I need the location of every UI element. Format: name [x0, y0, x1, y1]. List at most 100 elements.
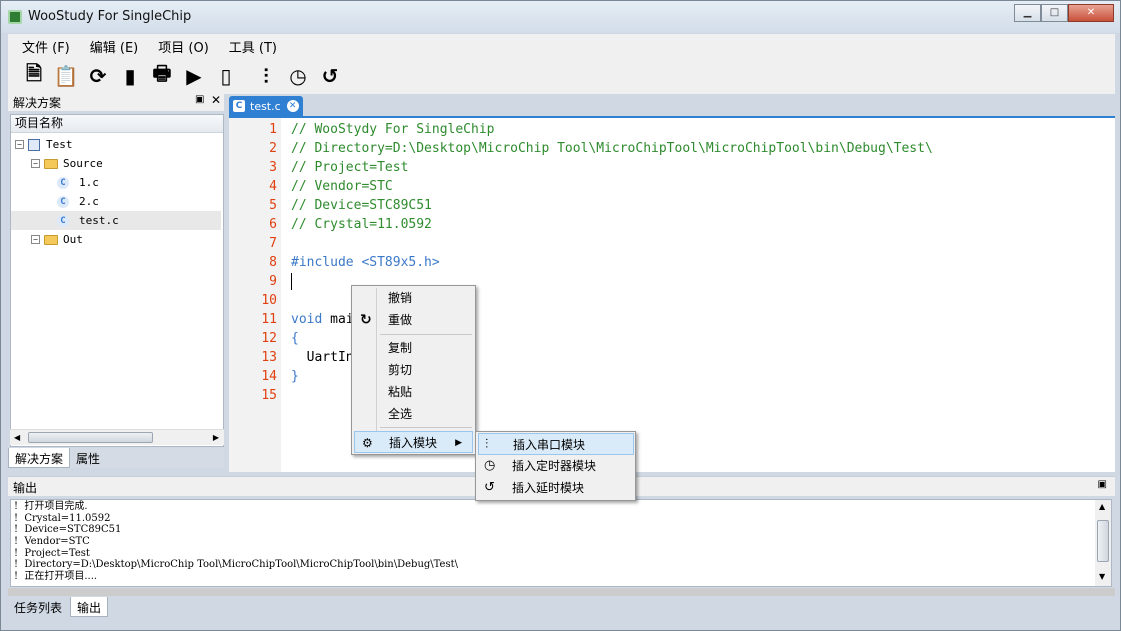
log-line: ! Project=Test: [14, 548, 90, 559]
play-icon[interactable]: ▶: [178, 62, 210, 90]
tree-node-testc[interactable]: C test.c: [11, 211, 221, 230]
tab-close-icon[interactable]: ✕: [286, 100, 299, 112]
menu-label: 重做: [388, 313, 413, 327]
panel-close-icon[interactable]: ✕: [211, 93, 221, 107]
project-icon: [28, 138, 40, 151]
collapse-icon[interactable]: −: [31, 235, 40, 244]
output-tabs: 任务列表 输出: [8, 597, 308, 619]
folder-icon: [44, 158, 58, 169]
refresh-icon[interactable]: ⟳: [82, 62, 114, 90]
scroll-down-icon[interactable]: ▼: [1099, 572, 1105, 581]
collapse-icon[interactable]: −: [15, 140, 24, 149]
menu-label: 插入延时模块: [512, 481, 585, 495]
tab-properties[interactable]: 属性: [70, 448, 106, 468]
keyword: void: [291, 312, 323, 327]
folder-icon: [44, 234, 58, 245]
log-line: ! 打开项目完成.: [14, 501, 88, 512]
menu-select-all[interactable]: 全选: [354, 403, 473, 425]
menu-cut[interactable]: 剪切: [354, 359, 473, 381]
maximize-button[interactable]: □: [1041, 4, 1068, 22]
scroll-left-icon[interactable]: ◀: [14, 433, 20, 442]
close-button[interactable]: ✕: [1068, 4, 1114, 22]
project-tree: 项目名称 − Test − Source C 1.c C 2.c C test.…: [10, 114, 224, 447]
line-number-gutter: 1 2 3 4 5 6 7 8 9 10 11 12 13 14 15: [229, 118, 281, 472]
log-line: ! Crystal=11.0592: [14, 513, 111, 524]
code-line: // Project=Test: [291, 160, 409, 175]
line-number: 4: [269, 179, 277, 194]
log-line: ! 正在打开项目....: [14, 571, 98, 582]
line-number: 5: [269, 198, 277, 213]
menu-insert-timer[interactable]: ◷ 插入定时器模块: [478, 455, 634, 477]
window-controls: ▁ □ ✕: [1014, 4, 1114, 22]
toolbar: 🗎 📋 ⟳ ▮ 🖶 ▶ ▯ ⫶ ◷ ↺: [8, 58, 1115, 94]
tree-node-source[interactable]: − Source: [31, 154, 103, 173]
code-line: {: [291, 331, 299, 346]
menu-edit[interactable]: 编辑 (E): [80, 37, 149, 56]
output-hscroll-strip: [8, 588, 1115, 596]
tab-task-list[interactable]: 任务列表: [8, 597, 68, 617]
menu-insert-delay[interactable]: ↺ 插入延时模块: [478, 477, 634, 499]
menu-insert-serial[interactable]: ⫶ 插入串口模块: [478, 433, 634, 455]
scroll-right-icon[interactable]: ▶: [213, 433, 219, 442]
line-number: 6: [269, 217, 277, 232]
tree-column-header: 项目名称: [11, 115, 223, 133]
code-line: // Vendor=STC: [291, 179, 393, 194]
clock-icon[interactable]: ◷: [282, 62, 314, 90]
code-line: UartIn: [291, 350, 354, 365]
c-file-icon: C: [233, 100, 245, 112]
sd-card-icon[interactable]: ▮: [114, 62, 146, 90]
tree-node-out[interactable]: − Out: [31, 230, 83, 249]
code-text: mai: [322, 312, 354, 327]
line-number: 14: [261, 369, 277, 384]
menu-insert-module[interactable]: ⚙ 插入模块 ▶: [354, 431, 473, 453]
serial-port-icon: ⫶: [485, 437, 489, 452]
code-line: #include <ST89x5.h>: [291, 255, 440, 270]
clock-icon: ◷: [484, 458, 496, 473]
menu-copy[interactable]: 复制: [354, 337, 473, 359]
tree-node-test[interactable]: − Test: [15, 135, 73, 154]
tree-node-label: test.c: [79, 214, 119, 227]
chip-icon[interactable]: ▯: [210, 62, 242, 90]
minimize-button[interactable]: ▁: [1014, 4, 1041, 22]
context-menu: 撤销 ↻ 重做 复制 剪切 粘贴 全选 ⚙ 插入模块 ▶: [351, 285, 476, 455]
tree-node-label: 1.c: [79, 176, 99, 189]
insert-module-submenu: ⫶ 插入串口模块 ◷ 插入定时器模块 ↺ 插入延时模块: [475, 431, 636, 501]
tab-solution[interactable]: 解决方案: [8, 448, 71, 468]
line-number: 15: [261, 388, 277, 403]
new-file-icon[interactable]: 🗎: [18, 61, 50, 90]
pin-icon[interactable]: ▣: [195, 94, 204, 105]
scroll-thumb[interactable]: [1097, 520, 1109, 562]
collapse-icon[interactable]: −: [31, 159, 40, 168]
tree-node-2c[interactable]: C 2.c: [57, 192, 99, 211]
line-number: 10: [261, 293, 277, 308]
output-log[interactable]: ! 打开项目完成. ! Crystal=11.0592 ! Device=STC…: [10, 499, 1112, 587]
tree-horizontal-scrollbar[interactable]: ◀ ▶: [10, 429, 224, 445]
tree-node-1c[interactable]: C 1.c: [57, 173, 99, 192]
tab-test-c[interactable]: C test.c ✕: [229, 96, 303, 116]
title-bar[interactable]: WooStudy For SingleChip ▁ □ ✕: [1, 1, 1120, 33]
history-icon[interactable]: ↺: [314, 62, 346, 90]
scroll-thumb[interactable]: [28, 432, 153, 443]
code-line: }: [291, 369, 299, 384]
menu-redo[interactable]: ↻ 重做: [354, 309, 473, 331]
serial-port-icon[interactable]: ⫶: [250, 62, 282, 90]
output-panel-title: 输出: [13, 481, 38, 495]
output-vertical-scrollbar[interactable]: ▲ ▼: [1095, 500, 1111, 586]
line-number: 2: [269, 141, 277, 156]
scroll-up-icon[interactable]: ▲: [1099, 502, 1105, 511]
menu-project[interactable]: 项目 (O): [148, 37, 219, 56]
log-line: ! Directory=D:\Desktop\MicroChip Tool\Mi…: [14, 559, 458, 570]
code-line: // Crystal=11.0592: [291, 217, 432, 232]
pin-icon[interactable]: ▣: [1098, 479, 1107, 490]
menu-file[interactable]: 文件 (F): [12, 37, 80, 56]
print-icon[interactable]: 🖶: [146, 61, 178, 90]
history-icon: ↺: [484, 480, 495, 495]
checklist-icon[interactable]: 📋: [50, 62, 82, 90]
menu-label: 插入模块: [389, 436, 438, 450]
menu-undo[interactable]: 撤销: [354, 287, 473, 309]
menu-tools[interactable]: 工具 (T): [219, 37, 287, 56]
menu-paste[interactable]: 粘贴: [354, 381, 473, 403]
redo-icon: ↻: [360, 312, 372, 328]
tab-output[interactable]: 输出: [70, 597, 109, 617]
main-window: WooStudy For SingleChip ▁ □ ✕ 文件 (F) 编辑 …: [0, 0, 1121, 631]
